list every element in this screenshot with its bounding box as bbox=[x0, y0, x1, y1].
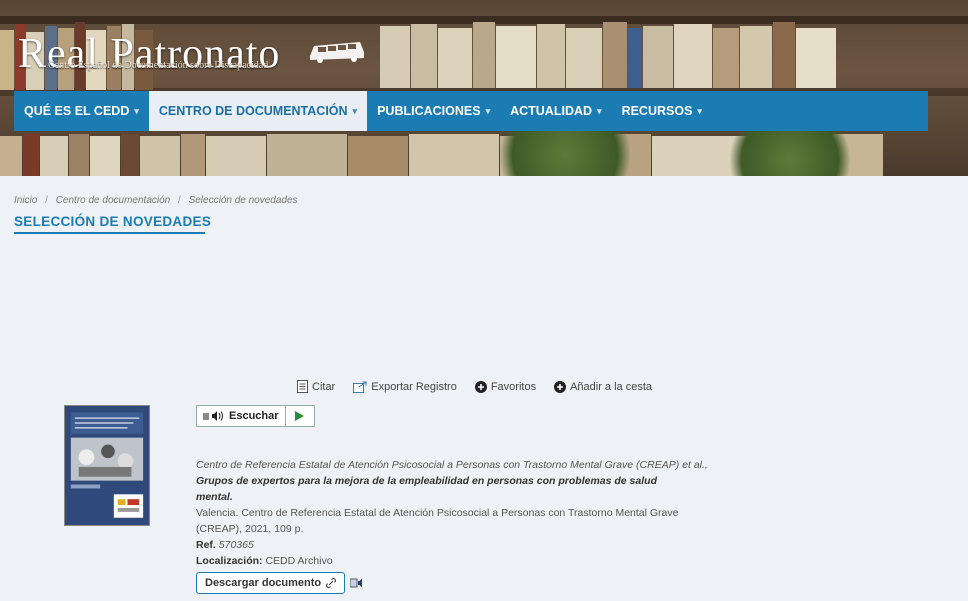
breadcrumb-current: Selección de novedades bbox=[188, 195, 298, 206]
link-icon bbox=[326, 578, 337, 588]
speaker-icon[interactable] bbox=[350, 576, 364, 590]
document-icon bbox=[297, 380, 308, 393]
location-value: CEDD Archivo bbox=[265, 555, 333, 567]
download-document-button[interactable]: Descargar documento bbox=[196, 572, 346, 594]
header-banner: Real Patronato Centro Español de Documen… bbox=[0, 0, 968, 176]
page-title: SELECCIÓN DE NOVEDADES bbox=[14, 214, 212, 229]
nav-item-recursos[interactable]: RECURSOS ▾ bbox=[612, 91, 712, 131]
book-row bbox=[380, 18, 837, 88]
record-toolbar: Citar Exportar Registro Favoritos Añadir… bbox=[297, 380, 652, 393]
record-details: Centro de Referencia Estatal de Atención… bbox=[196, 457, 708, 569]
cite-button[interactable]: Citar bbox=[297, 380, 335, 393]
chevron-down-icon: ▾ bbox=[485, 105, 491, 116]
cite-label: Citar bbox=[312, 380, 336, 393]
chevron-down-icon: ▾ bbox=[352, 105, 358, 116]
breadcrumb-link-inicio[interactable]: Inicio bbox=[14, 195, 37, 206]
nav-item-label: QUÉ ES EL CEDD bbox=[24, 104, 130, 118]
breadcrumb: Inicio / Centro de documentación / Selec… bbox=[14, 195, 298, 206]
nav-item-label: RECURSOS bbox=[621, 104, 693, 118]
favorites-label: Favoritos bbox=[490, 380, 537, 393]
breadcrumb-link-centro[interactable]: Centro de documentación bbox=[56, 195, 171, 206]
play-button[interactable] bbox=[286, 406, 314, 426]
nav-item-label: ACTUALIDAD bbox=[510, 104, 593, 118]
site-logo-subtitle: Centro Español de Documentación sobre Di… bbox=[48, 60, 269, 71]
chevron-down-icon: ▾ bbox=[597, 105, 602, 116]
record-location: Localización: CEDD Archivo bbox=[196, 553, 696, 569]
speaker-icon bbox=[203, 411, 223, 421]
download-label: Descargar documento bbox=[205, 577, 322, 589]
bus-logo-icon bbox=[310, 42, 364, 63]
plus-circle-icon bbox=[474, 380, 487, 393]
nav-item-centro-de-documentacion[interactable]: CENTRO DE DOCUMENTACIÓN ▾ bbox=[148, 91, 368, 131]
export-icon bbox=[353, 381, 367, 393]
export-label: Exportar Registro bbox=[371, 380, 457, 393]
listen-label: Escuchar bbox=[229, 410, 279, 422]
nav-item-actualidad[interactable]: ACTUALIDAD ▾ bbox=[500, 91, 611, 131]
record-ref: Ref. 570365 bbox=[196, 537, 696, 553]
record-publisher: Valencia. Centro de Referencia Estatal d… bbox=[196, 507, 679, 535]
chevron-down-icon: ▾ bbox=[697, 105, 702, 116]
export-record-button[interactable]: Exportar Registro bbox=[353, 380, 457, 393]
breadcrumb-separator: / bbox=[178, 195, 181, 206]
nav-item-label: CENTRO DE DOCUMENTACIÓN bbox=[158, 104, 348, 118]
nav-item-publicaciones[interactable]: PUBLICACIONES ▾ bbox=[367, 91, 500, 131]
location-label: Localización: bbox=[196, 555, 263, 567]
record-title[interactable]: Grupos de expertos para la mejora de la … bbox=[196, 473, 696, 505]
ref-label: Ref. bbox=[196, 539, 216, 551]
main-nav: QUÉ ES EL CEDD ▾ CENTRO DE DOCUMENTACIÓN… bbox=[14, 91, 928, 131]
record-authors: Centro de Referencia Estatal de Atención… bbox=[196, 459, 708, 471]
listen-widget: Escuchar bbox=[196, 405, 315, 427]
chevron-down-icon: ▾ bbox=[134, 105, 139, 116]
nav-item-que-es-el-cedd[interactable]: QUÉ ES EL CEDD ▾ bbox=[14, 91, 149, 131]
ref-value: 570365 bbox=[218, 539, 254, 551]
title-underline bbox=[14, 232, 205, 234]
document-cover-thumbnail[interactable] bbox=[64, 405, 150, 526]
add-to-cart-button[interactable]: Añadir a la cesta bbox=[554, 380, 652, 393]
play-icon bbox=[295, 411, 305, 421]
nav-item-label: PUBLICACIONES bbox=[377, 104, 481, 118]
breadcrumb-separator: / bbox=[45, 195, 48, 206]
plus-circle-icon bbox=[554, 380, 567, 393]
add-cart-label: Añadir a la cesta bbox=[570, 380, 653, 393]
favorites-button[interactable]: Favoritos bbox=[474, 380, 537, 393]
listen-button[interactable]: Escuchar bbox=[197, 406, 286, 426]
